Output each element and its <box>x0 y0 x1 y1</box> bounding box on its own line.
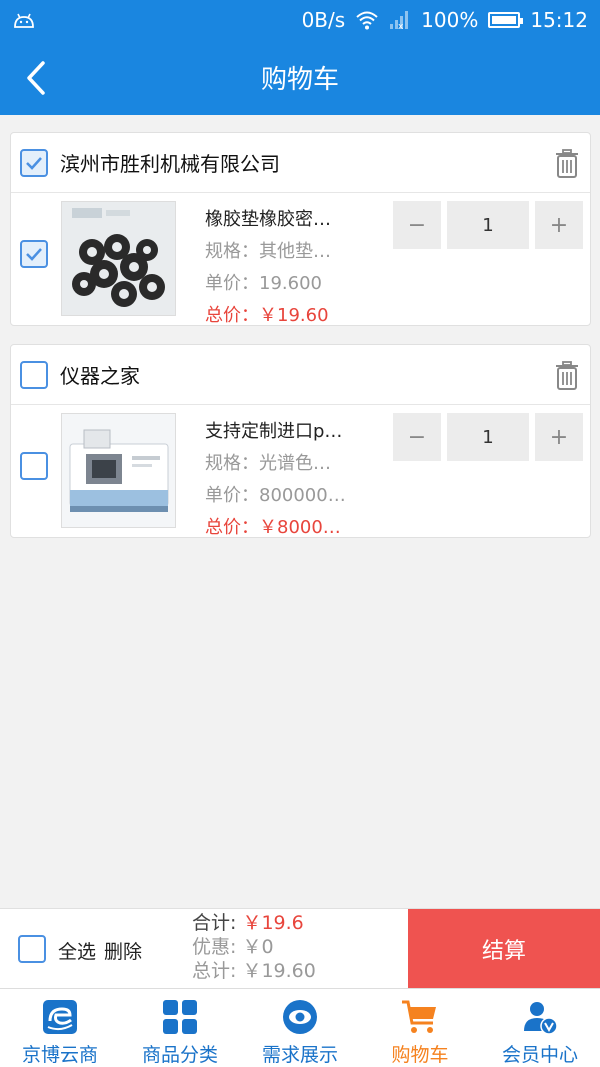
clock: 15:12 <box>530 8 588 32</box>
wifi-icon <box>356 11 378 30</box>
item-spec: 规格：光谱色… <box>205 453 331 474</box>
sum-value: ￥19.6 <box>242 912 304 934</box>
increase-button[interactable]: + <box>535 201 583 249</box>
tab-demands[interactable]: 需求展示 <box>240 989 360 1067</box>
back-arrow-icon <box>27 61 45 95</box>
quantity-stepper: − 1 + <box>393 413 583 461</box>
member-icon <box>524 1001 558 1035</box>
page-title: 购物车 <box>260 65 339 95</box>
select-all-checkbox[interactable] <box>18 935 46 963</box>
checkout-button[interactable]: 结算 <box>408 909 600 989</box>
item-checkbox[interactable] <box>20 240 48 268</box>
item-unit-price: 单价：800000… <box>205 485 346 506</box>
tab-home[interactable]: 京博云商 <box>0 989 120 1067</box>
delete-button[interactable]: 删除 <box>104 937 142 964</box>
item-info: 支持定制进口p… 规格：光谱色… 单价：800000… 总价：￥8000… <box>205 417 375 539</box>
store-name: 滨州市胜利机械有限公司 <box>60 152 280 176</box>
logo-icon <box>43 999 77 1034</box>
discount-value: ￥0 <box>242 936 274 958</box>
eye-icon <box>283 999 317 1034</box>
signal-icon: x <box>390 11 409 30</box>
net-speed: 0B/s <box>301 8 346 32</box>
rubber-washers-image <box>62 202 175 315</box>
increase-button[interactable]: + <box>535 413 583 461</box>
total-label: 总计: <box>192 960 237 982</box>
tab-member[interactable]: 会员中心 <box>480 989 600 1067</box>
tab-label: 购物车 <box>391 1044 449 1066</box>
decrease-button[interactable]: − <box>393 413 441 461</box>
tab-label: 需求展示 <box>261 1044 338 1066</box>
sum-label: 合计: <box>192 912 237 934</box>
cart-icon <box>402 1000 436 1033</box>
item-name[interactable]: 橡胶垫橡胶密… <box>205 205 375 231</box>
store-checkbox[interactable] <box>20 148 48 177</box>
trash-icon[interactable] <box>554 149 580 179</box>
product-image[interactable] <box>61 201 176 316</box>
decrease-button[interactable]: − <box>393 201 441 249</box>
check-icon <box>26 248 42 261</box>
title-bar: 购物车 <box>0 40 600 115</box>
tab-cart[interactable]: 购物车 <box>360 989 480 1067</box>
svg-text:x: x <box>398 22 404 30</box>
tab-label: 会员中心 <box>501 1044 578 1066</box>
battery-icon <box>488 12 524 28</box>
check-icon <box>26 156 42 170</box>
spectrometer-image <box>62 414 175 527</box>
tab-label: 商品分类 <box>141 1044 218 1066</box>
store-card: 仪器之家 支持定制进口p… 规格：光谱色… 单价：800000… 总价：￥800… <box>10 344 591 538</box>
bottom-tab-bar: 京博云商 商品分类 需求展示 购物车 会员中心 <box>0 988 600 1067</box>
item-total-price: 总价：￥8000… <box>205 517 341 538</box>
item-total-price: 总价：￥19.60 <box>205 305 329 326</box>
item-spec: 规格：其他垫… <box>205 241 331 262</box>
status-bar: 0B/s x 100% 15:12 <box>0 0 600 40</box>
price-summary: 合计: ￥19.6 优惠: ￥0 总计: ￥19.60 <box>192 911 316 983</box>
item-name[interactable]: 支持定制进口p… <box>205 417 375 443</box>
store-header: 仪器之家 <box>11 345 590 405</box>
total-value: ￥19.60 <box>242 960 316 982</box>
quantity-value[interactable]: 1 <box>447 413 529 461</box>
battery-percent: 100% <box>421 8 479 32</box>
android-icon <box>14 13 34 28</box>
cart-item[interactable]: 橡胶垫橡胶密… 规格：其他垫… 单价：19.600 总价：￥19.60 − 1 … <box>11 193 590 327</box>
item-unit-price: 单价：19.600 <box>205 273 322 294</box>
quantity-value[interactable]: 1 <box>447 201 529 249</box>
tab-label: 京博云商 <box>21 1044 98 1066</box>
item-checkbox[interactable] <box>20 452 48 480</box>
item-info: 橡胶垫橡胶密… 规格：其他垫… 单价：19.600 总价：￥19.60 <box>205 205 375 327</box>
discount-label: 优惠: <box>192 936 237 958</box>
store-checkbox[interactable] <box>20 360 48 389</box>
quantity-stepper: − 1 + <box>393 201 583 249</box>
grid-icon <box>163 999 197 1034</box>
store-name: 仪器之家 <box>60 364 140 388</box>
store-header: 滨州市胜利机械有限公司 <box>11 133 590 193</box>
checkout-bar: 全选 删除 合计: ￥19.6 优惠: ￥0 总计: ￥19.60 结算 <box>0 908 600 989</box>
trash-icon[interactable] <box>554 361 580 391</box>
cart-item[interactable]: 支持定制进口p… 规格：光谱色… 单价：800000… 总价：￥8000… − … <box>11 405 590 539</box>
select-all-label[interactable]: 全选 <box>58 937 96 964</box>
store-card: 滨州市胜利机械有限公司 橡胶垫橡胶密… 规格：其他垫… 单价：19.600 总价… <box>10 132 591 326</box>
back-button[interactable] <box>18 58 54 98</box>
product-image[interactable] <box>61 413 176 528</box>
tab-categories[interactable]: 商品分类 <box>120 989 240 1067</box>
